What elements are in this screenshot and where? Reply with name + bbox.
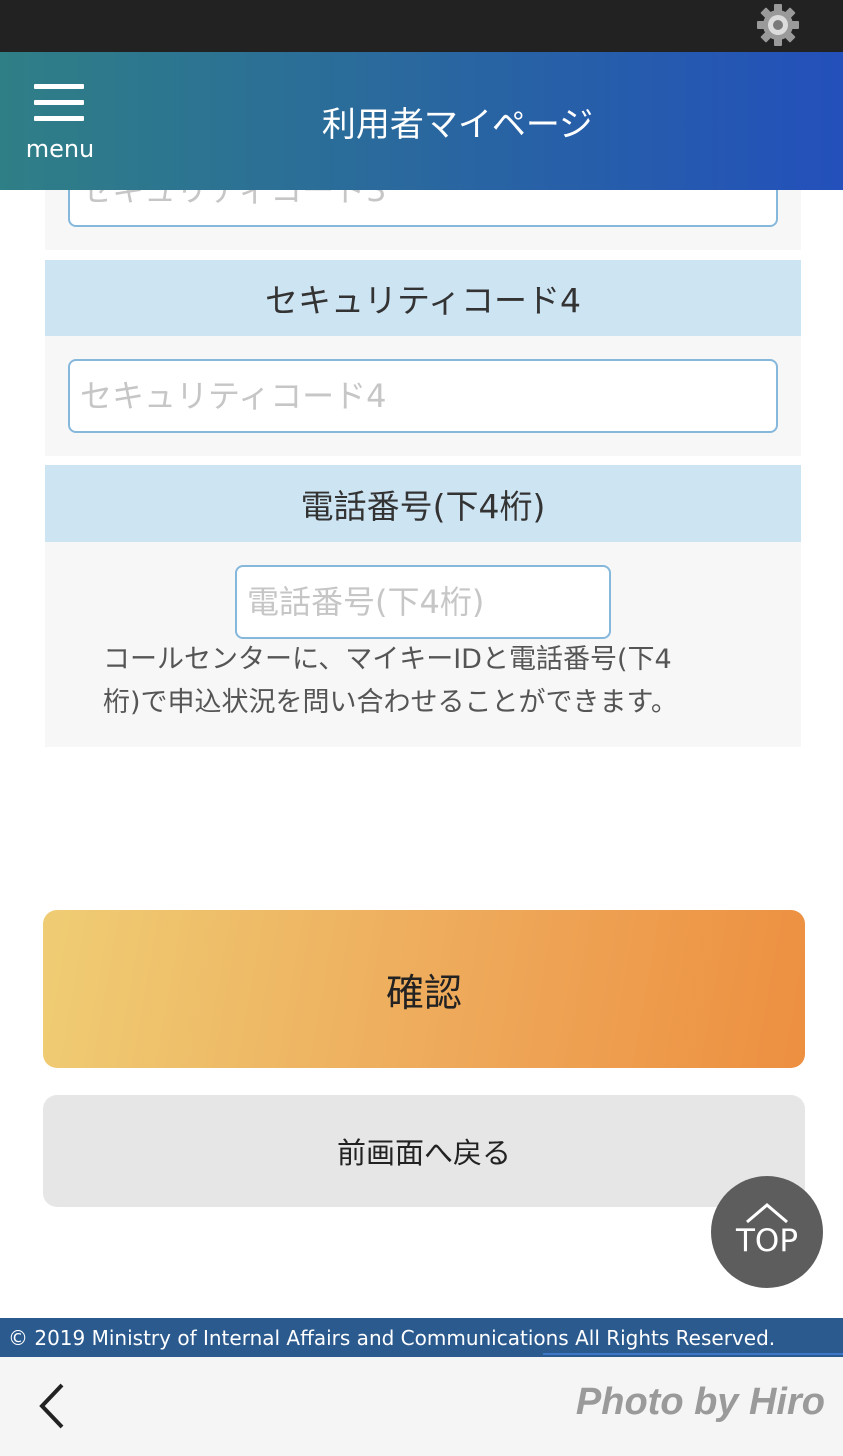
- status-bar: [0, 0, 843, 52]
- back-to-previous-button[interactable]: 前画面へ戻る: [43, 1095, 805, 1207]
- phone-last4-input[interactable]: [235, 565, 611, 639]
- page-title: 利用者マイページ: [321, 104, 594, 145]
- copyright-footer: © 2019 Ministry of Internal Affairs and …: [0, 1318, 843, 1357]
- form-content: セキュリティコード4 電話番号(下4桁) コールセンターに、マイキーIDと電話番…: [0, 52, 843, 1318]
- gear-icon[interactable]: [755, 2, 801, 48]
- phone-note-line2: 桁)で申込状況を問い合わせることができます。: [103, 687, 678, 718]
- phone-note: コールセンターに、マイキーIDと電話番号(下4 桁)で申込状況を問い合わせること…: [103, 638, 753, 724]
- phone-note-line1: コールセンターに、マイキーIDと電話番号(下4: [103, 644, 672, 675]
- footer-divider: [543, 1353, 843, 1355]
- scroll-to-top-button[interactable]: TOP: [711, 1176, 823, 1288]
- chevron-up-icon: [746, 1203, 788, 1224]
- chevron-left-icon[interactable]: [30, 1381, 76, 1431]
- confirm-button[interactable]: 確認: [43, 910, 805, 1068]
- phone-last4-label: 電話番号(下4桁): [45, 465, 801, 542]
- security-code4-label: セキュリティコード4: [45, 260, 801, 336]
- top-label: TOP: [735, 1223, 799, 1259]
- photo-watermark: Photo by Hiro: [575, 1381, 825, 1423]
- security-code4-input[interactable]: [68, 359, 778, 433]
- app-header: menu 利用者マイページ: [0, 52, 843, 190]
- copyright-text: © 2019 Ministry of Internal Affairs and …: [8, 1325, 776, 1350]
- browser-nav-bar: Photo by Hiro: [0, 1357, 843, 1456]
